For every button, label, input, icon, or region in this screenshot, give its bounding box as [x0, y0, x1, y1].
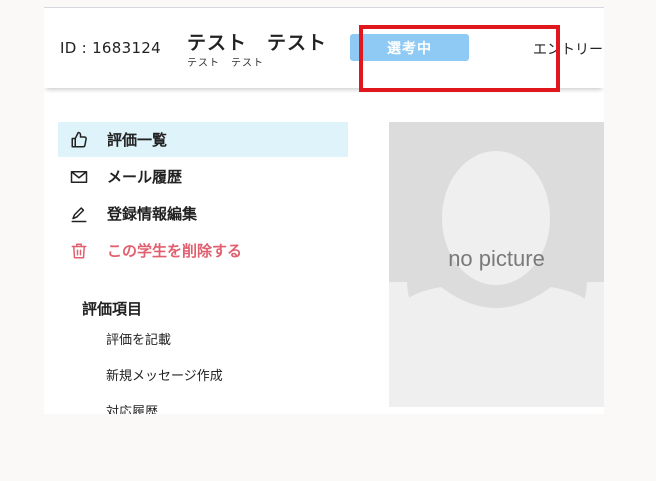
- link-history[interactable]: 対応履歴: [106, 401, 158, 414]
- student-name: テスト テスト: [187, 32, 328, 54]
- menu-label: 登録情報編集: [107, 205, 198, 223]
- evaluation-section-title: 評価項目: [82, 300, 143, 318]
- mail-icon: [69, 167, 89, 187]
- menu-item-evaluations[interactable]: 評価一覧: [58, 122, 348, 157]
- no-picture-label: no picture: [448, 246, 545, 271]
- menu-label: メール履歴: [107, 168, 183, 186]
- menu-item-mail-history[interactable]: メール履歴: [58, 159, 348, 194]
- link-write-evaluation[interactable]: 評価を記載: [106, 329, 171, 348]
- student-id: ID : 1683124: [60, 39, 161, 57]
- menu-item-edit-registration[interactable]: 登録情報編集: [58, 196, 348, 231]
- highlight-annotation: [359, 25, 560, 92]
- student-name-kana: テスト テスト: [187, 58, 264, 69]
- thumbs-up-icon: [69, 130, 89, 150]
- trash-icon: [69, 241, 89, 261]
- student-detail-panel: ID : 1683124 テスト テスト テスト テスト 選考中 エントリー 評…: [44, 7, 604, 414]
- menu-label: この学生を削除する: [107, 242, 243, 260]
- pencil-icon: [69, 204, 89, 224]
- menu-item-delete-student[interactable]: この学生を削除する: [58, 233, 348, 268]
- profile-picture: no picture: [389, 122, 604, 407]
- link-new-message[interactable]: 新規メッセージ作成: [106, 365, 223, 384]
- menu-label: 評価一覧: [107, 131, 168, 149]
